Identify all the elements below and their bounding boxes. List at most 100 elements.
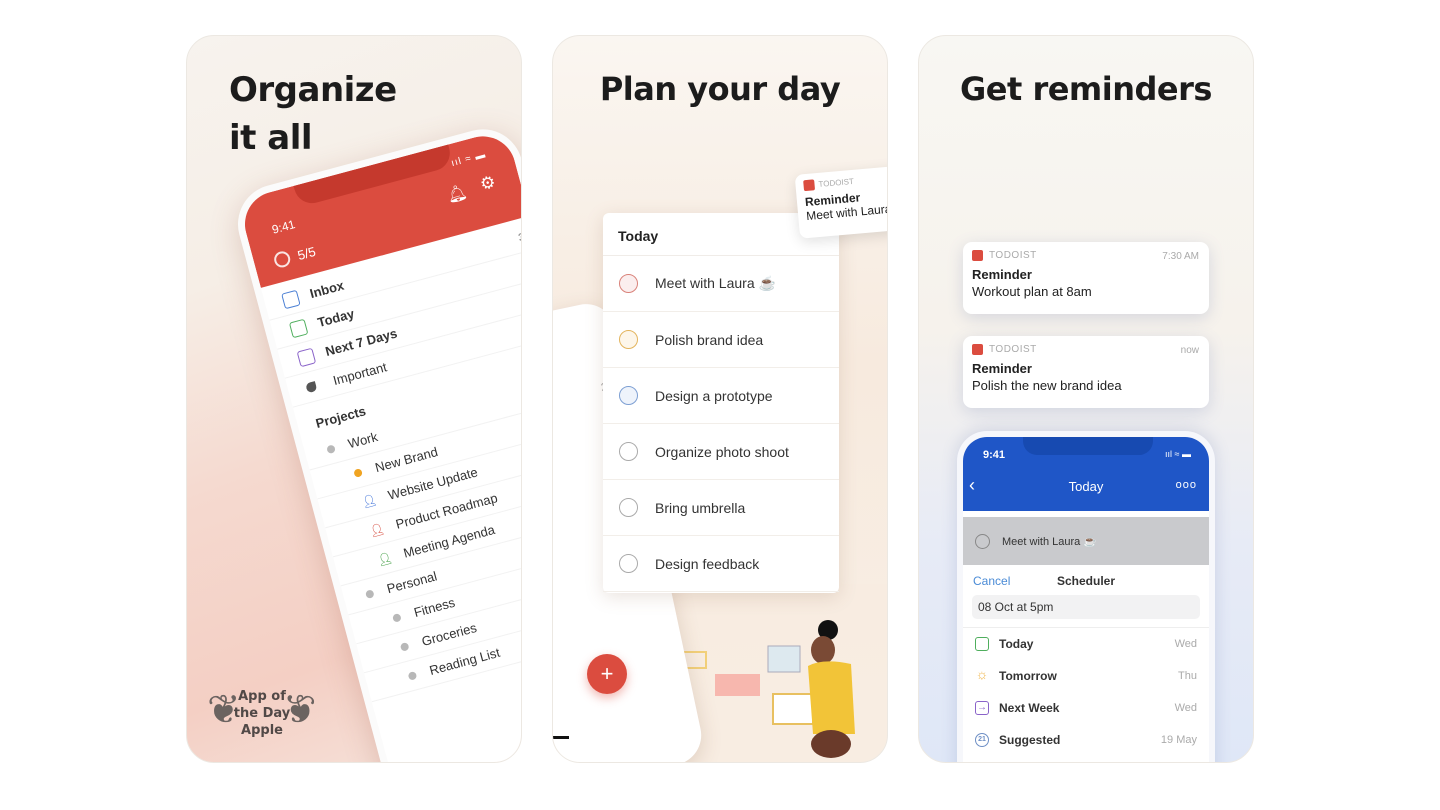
task-item[interactable]: Design a prototype — [603, 368, 839, 424]
project-color-dot-icon — [391, 612, 402, 623]
schedule-options: Today Wed ☼ Tomorrow Thu → Next Week Wed 21 Sugge… — [963, 628, 1209, 756]
notification-app: TODOIST — [972, 344, 1200, 355]
task-checkbox[interactable] — [619, 386, 638, 405]
notification-app: TODOIST — [803, 162, 887, 192]
status-icons: ııl ≈ ▬ — [450, 149, 488, 170]
status-time: 9:41 — [983, 449, 1006, 461]
bell-icon[interactable]: 🔔︎ — [445, 182, 470, 207]
schedule-option-day: 19 May — [1160, 734, 1197, 746]
task-checkbox[interactable] — [619, 498, 638, 517]
suggested-icon: 21 — [975, 733, 989, 747]
project-color-dot-icon — [325, 443, 336, 454]
nav-item-label: Today — [315, 305, 356, 331]
task-item[interactable]: Design feedback — [603, 536, 839, 592]
todoist-logo-icon — [803, 179, 816, 192]
phone-mockup: 9:41 ııl ≈ ▬ 🔔︎ ⚙ 5/5 Inbox3Today2Next 7… — [229, 120, 522, 762]
scheduler-sheet: Cancel Scheduler 08 Oct at 5pm Today Wed ☼… — [963, 565, 1209, 756]
panel-headline: Get reminders — [960, 70, 1212, 108]
today-card: Today Meet with Laura ☕ Polish brand idea… — [603, 213, 839, 593]
task-list: Meet with Laura ☕ Polish brand idea Design… — [603, 256, 839, 592]
task-label: Design feedback — [655, 555, 760, 572]
task-checkbox[interactable] — [619, 274, 638, 293]
nav-item-label: Inbox — [308, 277, 346, 302]
notification-card[interactable]: TODOIST now Reminder Polish the new bran… — [963, 336, 1209, 408]
notification-title: Reminder — [972, 267, 1032, 282]
project-color-dot-icon — [399, 641, 410, 652]
shared-project-person-icon: 👤︎ — [360, 491, 379, 510]
phone-notch — [1023, 437, 1153, 455]
schedule-option-label: Today — [999, 637, 1034, 651]
schedule-option-next-week[interactable]: → Next Week Wed — [963, 692, 1209, 724]
notification-time: now — [1180, 345, 1199, 356]
app-header: 9:41 ııl ≈ ▬ ‹ Today ooo — [963, 437, 1209, 511]
project-color-dot-icon — [407, 670, 418, 681]
calendar-today-icon — [975, 637, 989, 651]
project-label: Work — [346, 429, 380, 452]
task-label: Meet with Laura ☕ — [655, 275, 776, 291]
headline-line-2: it all — [229, 118, 312, 158]
more-options-icon[interactable]: ooo — [1176, 479, 1197, 491]
schedule-option-tomorrow[interactable]: ☼ Tomorrow Thu — [963, 660, 1209, 692]
gear-icon[interactable]: ⚙ — [478, 172, 498, 195]
task-item[interactable]: Organize photo shoot — [603, 424, 839, 480]
home-indicator — [553, 736, 569, 739]
screenshot-panel-plan: Plan your day 219121210 <86 + Today Meet… — [552, 35, 888, 763]
sun-icon: ☼ — [975, 666, 989, 682]
notification-time: 7:30 AM — [1162, 251, 1199, 262]
schedule-option-day: Thu — [1178, 670, 1197, 682]
inbox-icon — [280, 289, 301, 309]
award-text: App of the Day Apple — [233, 689, 291, 738]
schedule-option-label: Suggested — [999, 733, 1061, 747]
notification-body: Polish the new brand idea — [972, 378, 1122, 393]
add-task-button[interactable]: + — [587, 654, 627, 694]
tag-icon — [305, 380, 318, 393]
task-item[interactable]: Bring umbrella — [603, 480, 839, 536]
schedule-option-today[interactable]: Today Wed — [963, 628, 1209, 660]
shared-project-person-icon: 👤︎ — [367, 520, 387, 539]
schedule-option-day: Wed — [1174, 702, 1197, 714]
task-checkbox[interactable] — [975, 533, 990, 549]
phone-mockup: 9:41 ııl ≈ ▬ ‹ Today ooo Meet with Laura… — [957, 431, 1215, 762]
notification-title: Reminder — [972, 361, 1032, 376]
task-checkbox[interactable] — [619, 442, 638, 461]
headline-line-1: Organize — [229, 70, 397, 110]
status-time: 9:41 — [270, 217, 297, 237]
karma-icon — [272, 249, 293, 270]
notification-card[interactable]: TODOIST 7:30 AM Reminder Workout plan at… — [963, 242, 1209, 314]
floating-notification[interactable]: TODOIST 4:30 AM Reminder Meet with Laura… — [794, 155, 887, 239]
calendar-today-icon — [288, 318, 309, 338]
task-item[interactable]: Polish brand idea — [603, 312, 839, 368]
project-color-dot-icon — [353, 467, 363, 478]
screen-title: Today — [1068, 479, 1104, 494]
app-of-the-day-award: ❦ ❦ App of the Day Apple — [207, 678, 317, 748]
project-label: Personal — [385, 568, 439, 597]
task-label: Meet with Laura ☕ — [1002, 535, 1098, 548]
panel-headline: Plan your day — [599, 70, 841, 108]
task-checkbox[interactable] — [619, 554, 638, 573]
task-label: Polish brand idea — [655, 331, 764, 348]
scheduler-title: Scheduler — [1056, 574, 1116, 588]
panel-headline: Organize it all — [229, 66, 397, 162]
due-date-input[interactable]: 08 Oct at 5pm — [972, 595, 1200, 619]
task-label: Bring umbrella — [655, 499, 746, 516]
notification-body: Workout plan at 8am — [972, 284, 1092, 299]
status-icons: ııl ≈ ▬ — [1165, 449, 1191, 459]
task-item[interactable]: Meet with Laura ☕ — [603, 256, 839, 312]
project-color-dot-icon — [364, 588, 375, 599]
task-checkbox[interactable] — [619, 330, 638, 349]
schedule-option-label: Next Week — [999, 701, 1060, 715]
screenshot-panel-reminders: Get reminders TODOIST 7:30 AM Reminder W… — [918, 35, 1254, 763]
calendar-next-week-icon: → — [975, 701, 989, 715]
schedule-option-day: Wed — [1174, 638, 1197, 650]
todoist-logo-icon — [972, 250, 983, 261]
schedule-option-suggested[interactable]: 21 Suggested 19 May — [963, 724, 1209, 756]
task-row[interactable]: Meet with Laura ☕ — [963, 517, 1209, 565]
task-label: Organize photo shoot — [655, 443, 789, 460]
screenshot-panel-organize: Organize it all 9:41 ııl ≈ ▬ 🔔︎ ⚙ 5/5 In… — [186, 35, 522, 763]
shared-project-person-icon: 👤︎ — [375, 549, 394, 568]
karma-value: 5/5 — [295, 243, 318, 263]
task-label: Design a prototype — [655, 387, 773, 404]
nav-item-count: 3 — [517, 230, 522, 244]
schedule-option-label: Tomorrow — [999, 669, 1057, 683]
karma-progress[interactable]: 5/5 — [272, 243, 318, 270]
